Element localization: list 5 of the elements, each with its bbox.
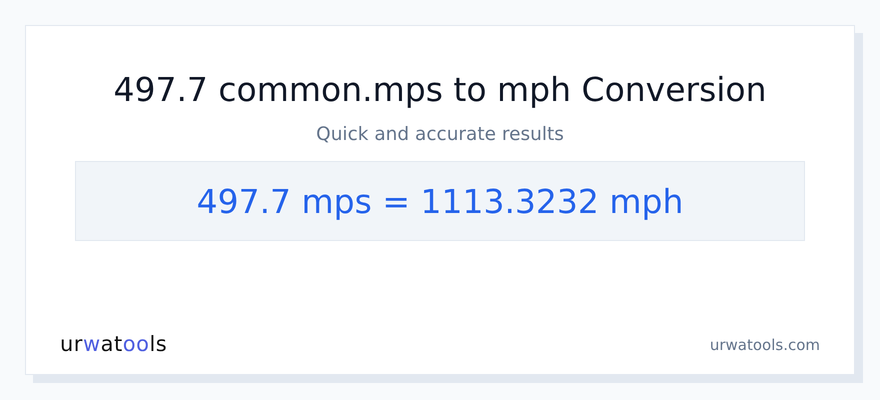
subtitle: Quick and accurate results [316,123,564,147]
logo: urwatools [60,332,168,356]
conversion-result: 497.7 mps = 1113.3232 mph [196,182,684,220]
page-title: 497.7 common.mps to mph Conversion [113,70,767,110]
site-url: urwatools.com [710,336,820,354]
